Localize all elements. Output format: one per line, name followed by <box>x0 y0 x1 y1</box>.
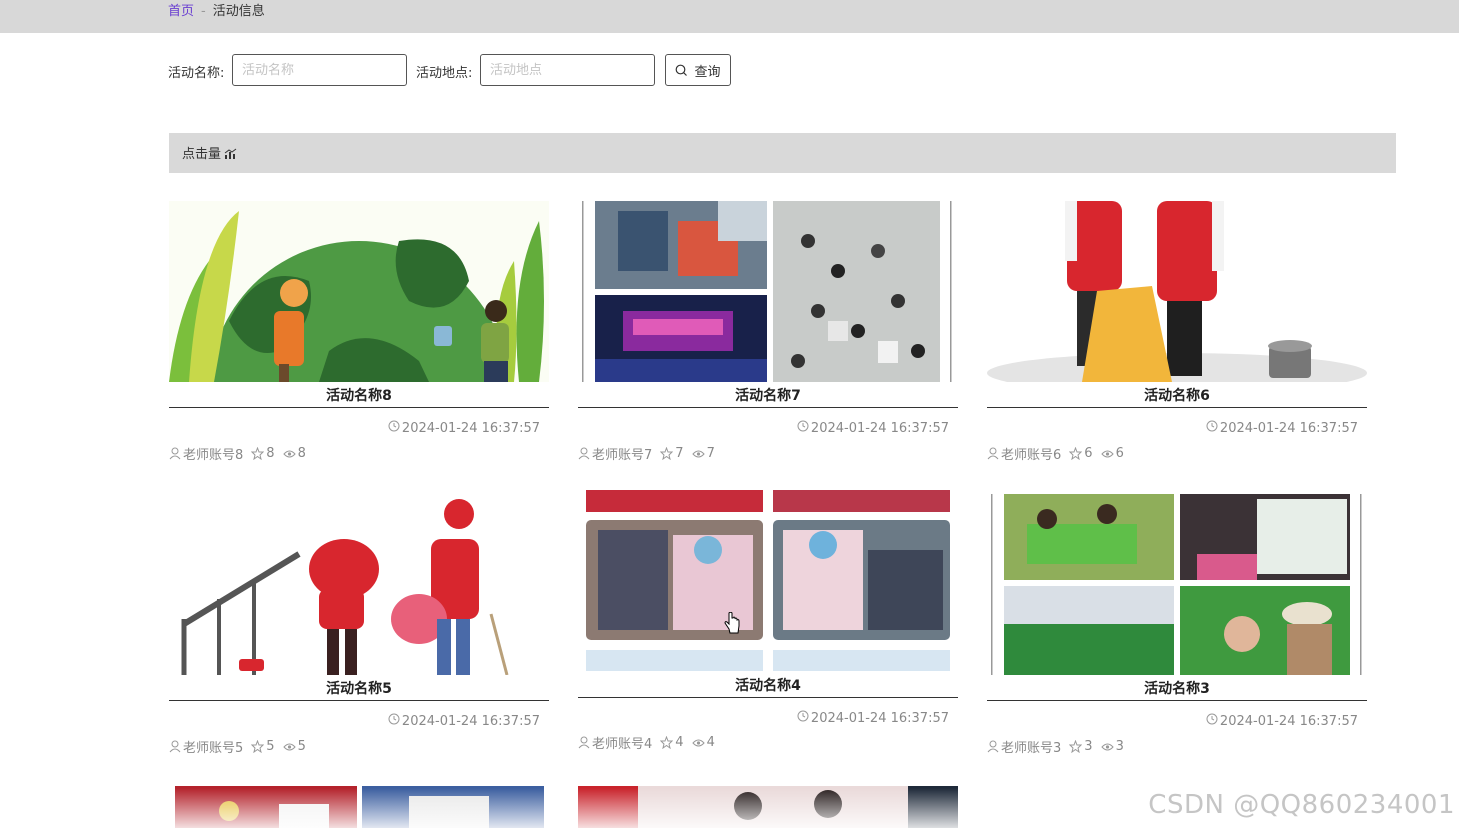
clock-icon <box>388 713 400 725</box>
activity-image[interactable] <box>578 201 958 382</box>
sort-by-clicks[interactable]: 点击量 <box>182 147 237 162</box>
breadcrumb-home-link[interactable]: 首页 <box>168 4 194 19</box>
activity-location-input[interactable] <box>480 54 655 86</box>
activity-location-label: 活动地点: <box>416 66 473 81</box>
favorite-count: 6 <box>1084 446 1093 461</box>
activity-time-value: 2024-01-24 16:37:57 <box>401 421 540 436</box>
activity-image[interactable] <box>578 786 958 828</box>
eye-icon <box>282 450 296 457</box>
breadcrumb: 首页 - 活动信息 <box>168 4 265 20</box>
activity-title[interactable]: 活动名称6 <box>987 385 1367 408</box>
hand-cursor-icon <box>724 612 740 634</box>
clock-icon <box>797 710 809 722</box>
user-icon <box>578 447 590 460</box>
query-button-label: 查询 <box>694 64 721 80</box>
favorite-count: 5 <box>266 739 275 754</box>
view-count: 6 <box>1115 446 1124 461</box>
activity-meta: 老师账号8 8 8 <box>169 444 314 463</box>
teacher-account: 老师账号3 <box>1001 741 1062 756</box>
activity-title[interactable]: 活动名称3 <box>987 678 1367 701</box>
user-icon <box>987 740 999 753</box>
bar-chart-icon <box>224 148 237 159</box>
activity-image[interactable] <box>169 786 549 828</box>
activity-meta: 老师账号7 7 7 <box>578 444 723 463</box>
search-icon <box>676 64 688 76</box>
user-icon <box>169 740 181 753</box>
clock-icon <box>1206 713 1218 725</box>
user-icon <box>578 736 590 749</box>
activity-meta: 老师账号5 5 5 <box>169 737 314 756</box>
watermark: CSDN @QQ860234001 <box>1148 790 1455 820</box>
activity-title[interactable]: 活动名称8 <box>169 385 549 408</box>
eye-icon <box>1100 450 1114 457</box>
star-icon <box>251 740 265 753</box>
breadcrumb-current: 活动信息 <box>212 4 265 19</box>
sort-bar: 点击量 <box>169 133 1396 173</box>
activity-time-value: 2024-01-24 16:37:57 <box>810 711 949 726</box>
activity-image[interactable] <box>169 201 549 382</box>
clock-icon <box>388 420 400 432</box>
clock-icon <box>1206 420 1218 432</box>
activity-time: 2024-01-24 16:37:57 <box>388 420 540 436</box>
sort-by-clicks-label: 点击量 <box>182 147 222 162</box>
top-bar: 首页 - 活动信息 <box>0 0 1459 33</box>
eye-icon <box>1100 743 1114 750</box>
activity-name-input[interactable] <box>232 54 407 86</box>
favorite-count: 8 <box>266 446 275 461</box>
activity-title[interactable]: 活动名称4 <box>578 675 958 698</box>
star-icon <box>1069 447 1083 460</box>
view-count: 5 <box>297 739 306 754</box>
activity-time: 2024-01-24 16:37:57 <box>797 710 949 726</box>
teacher-account: 老师账号6 <box>1001 448 1062 463</box>
teacher-account: 老师账号4 <box>592 737 653 752</box>
activity-time-value: 2024-01-24 16:37:57 <box>1219 714 1358 729</box>
activity-time: 2024-01-24 16:37:57 <box>1206 713 1358 729</box>
user-icon <box>987 447 999 460</box>
star-icon <box>1069 740 1083 753</box>
star-icon <box>660 447 674 460</box>
teacher-account: 老师账号5 <box>183 741 244 756</box>
query-button[interactable]: 查询 <box>665 54 731 86</box>
favorite-count: 3 <box>1084 739 1093 754</box>
star-icon <box>251 447 265 460</box>
activity-time: 2024-01-24 16:37:57 <box>1206 420 1358 436</box>
activity-title[interactable]: 活动名称7 <box>578 385 958 408</box>
activity-meta: 老师账号4 4 4 <box>578 733 723 752</box>
eye-icon <box>691 739 705 746</box>
activity-image[interactable] <box>578 490 958 671</box>
activity-image[interactable] <box>169 494 549 675</box>
view-count: 3 <box>1115 739 1124 754</box>
eye-icon <box>282 743 296 750</box>
activity-name-label: 活动名称: <box>168 66 225 81</box>
teacher-account: 老师账号7 <box>592 448 653 463</box>
activity-image[interactable] <box>987 201 1367 382</box>
eye-icon <box>691 450 705 457</box>
activity-time: 2024-01-24 16:37:57 <box>797 420 949 436</box>
breadcrumb-separator: - <box>201 4 206 19</box>
favorite-count: 7 <box>675 446 684 461</box>
activity-time: 2024-01-24 16:37:57 <box>388 713 540 729</box>
activity-title[interactable]: 活动名称5 <box>169 678 549 701</box>
activity-meta: 老师账号6 6 6 <box>987 444 1132 463</box>
favorite-count: 4 <box>675 735 684 750</box>
activity-meta: 老师账号3 3 3 <box>987 737 1132 756</box>
activity-time-value: 2024-01-24 16:37:57 <box>810 421 949 436</box>
activity-image[interactable] <box>987 494 1367 675</box>
user-icon <box>169 447 181 460</box>
activity-time-value: 2024-01-24 16:37:57 <box>401 714 540 729</box>
activity-time-value: 2024-01-24 16:37:57 <box>1219 421 1358 436</box>
view-count: 7 <box>706 446 715 461</box>
star-icon <box>660 736 674 749</box>
clock-icon <box>797 420 809 432</box>
view-count: 4 <box>706 735 715 750</box>
teacher-account: 老师账号8 <box>183 448 244 463</box>
view-count: 8 <box>297 446 306 461</box>
